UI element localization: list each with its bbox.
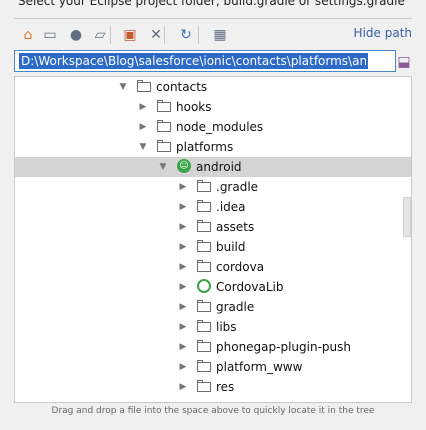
expand-arrow-icon[interactable]: ▶ <box>177 197 189 217</box>
expand-arrow-icon[interactable]: ▶ <box>177 237 189 257</box>
collapse-arrow-icon[interactable]: ▼ <box>157 157 169 177</box>
collapse-arrow-icon[interactable]: ▼ <box>117 77 129 97</box>
pin-path-icon[interactable]: ⬓ <box>396 53 412 71</box>
folder-icon <box>197 340 211 352</box>
drop-hint: Drag and drop a file into the space abov… <box>51 406 375 416</box>
tree-row[interactable]: ▶ CordovaLib <box>15 277 411 297</box>
refresh-icon[interactable]: ↻ <box>176 25 196 45</box>
file-tree[interactable]: ▼ contacts ▶ hooks ▶ node_modules ▼ platforms ▼ ☺… <box>14 76 412 403</box>
folder-icon <box>197 260 211 272</box>
expand-arrow-icon[interactable]: ▶ <box>177 177 189 197</box>
expand-arrow-icon[interactable]: ▶ <box>177 377 189 397</box>
tree-item-label: phonegap-plugin-push <box>216 340 351 354</box>
folder-icon <box>157 140 171 152</box>
tree-item-label: node_modules <box>176 120 264 134</box>
tree-item-label: cordova <box>216 260 265 274</box>
dialog-prompt: Select your Eclipse project folder, buil… <box>18 0 405 8</box>
folder-icon <box>197 360 211 372</box>
expand-arrow-icon[interactable]: ▶ <box>137 97 149 117</box>
tree-row[interactable]: ▼ contacts <box>15 77 411 97</box>
tree-item-label: platforms <box>176 140 234 154</box>
folder-icon <box>137 80 151 92</box>
tree-row[interactable]: ▶ cordova <box>15 257 411 277</box>
tree-row[interactable]: ▶ res <box>15 377 411 397</box>
tree-row[interactable]: ▶ node_modules <box>15 117 411 137</box>
folder-icon <box>197 180 211 192</box>
folder-icon[interactable]: ▱ <box>90 25 110 45</box>
tree-item-label: gradle <box>216 300 255 314</box>
path-field[interactable] <box>14 50 396 72</box>
show-hidden-icon[interactable]: ▦ <box>210 25 230 45</box>
separator <box>14 18 412 19</box>
tree-item-label: contacts <box>156 80 208 94</box>
expand-arrow-icon[interactable]: ▶ <box>177 297 189 317</box>
folder-icon <box>197 240 211 252</box>
desktop-icon[interactable]: ▭ <box>40 25 60 45</box>
folder-icon <box>197 380 211 392</box>
toolbar: Hide path ⌂ ▭ ● ▱ ▣ ✕ ↻ ▦ <box>14 24 416 46</box>
tree-row[interactable]: ▼ platforms <box>15 137 411 157</box>
home-icon[interactable]: ⌂ <box>18 25 38 45</box>
tree-row[interactable]: ▶ .gradle <box>15 177 411 197</box>
folder-icon <box>197 320 211 332</box>
tree-item-label: build <box>216 240 246 254</box>
folder-icon <box>197 220 211 232</box>
tree-item-label: assets <box>216 220 255 234</box>
folder-icon <box>157 100 171 112</box>
expand-arrow-icon[interactable]: ▶ <box>177 217 189 237</box>
expand-arrow-icon[interactable]: ▶ <box>177 277 189 297</box>
toolbar-divider <box>164 26 165 44</box>
path-input[interactable] <box>19 53 368 69</box>
tree-item-label: res <box>216 380 235 394</box>
tree-row[interactable]: ▶ phonegap-plugin-push <box>15 337 411 357</box>
tree-row[interactable]: ▶ gradle <box>15 297 411 317</box>
folder-icon <box>197 300 211 312</box>
android-icon: ☺ <box>177 159 191 173</box>
expand-arrow-icon[interactable]: ▶ <box>177 257 189 277</box>
tree-item-label: .gradle <box>216 180 259 194</box>
toolbar-divider <box>198 26 199 44</box>
tree-row[interactable]: ▼ ☺ android <box>15 157 411 177</box>
tree-row[interactable]: ▶ .idea <box>15 197 411 217</box>
comment-icon[interactable]: ● <box>66 25 86 45</box>
expand-arrow-icon[interactable]: ▶ <box>177 317 189 337</box>
tree-row[interactable]: ▶ hooks <box>15 97 411 117</box>
folder-icon <box>157 120 171 132</box>
folder-icon <box>197 200 211 212</box>
tree-item-label: android <box>196 160 242 174</box>
toolbar-divider <box>110 26 111 44</box>
expand-arrow-icon[interactable]: ▶ <box>137 117 149 137</box>
tree-item-label: platform_www <box>216 360 303 374</box>
tree-row[interactable]: ▶ build <box>15 237 411 257</box>
tree-item-label: .idea <box>216 200 246 214</box>
tree-item-label: libs <box>216 320 237 334</box>
expand-arrow-icon[interactable]: ▶ <box>177 337 189 357</box>
delete-icon[interactable]: ✕ <box>146 25 166 45</box>
new-folder-icon[interactable]: ▣ <box>120 25 140 45</box>
module-icon <box>197 279 211 293</box>
expand-arrow-icon[interactable]: ▶ <box>177 357 189 377</box>
tree-row[interactable]: ▶ libs <box>15 317 411 337</box>
tree-item-label: hooks <box>176 100 212 114</box>
tree-row[interactable]: ▶ assets <box>15 217 411 237</box>
hide-path-link[interactable]: Hide path <box>354 26 412 40</box>
tree-row[interactable]: ▶ platform_www <box>15 357 411 377</box>
collapse-arrow-icon[interactable]: ▼ <box>137 137 149 157</box>
tree-item-label: CordovaLib <box>216 280 284 294</box>
